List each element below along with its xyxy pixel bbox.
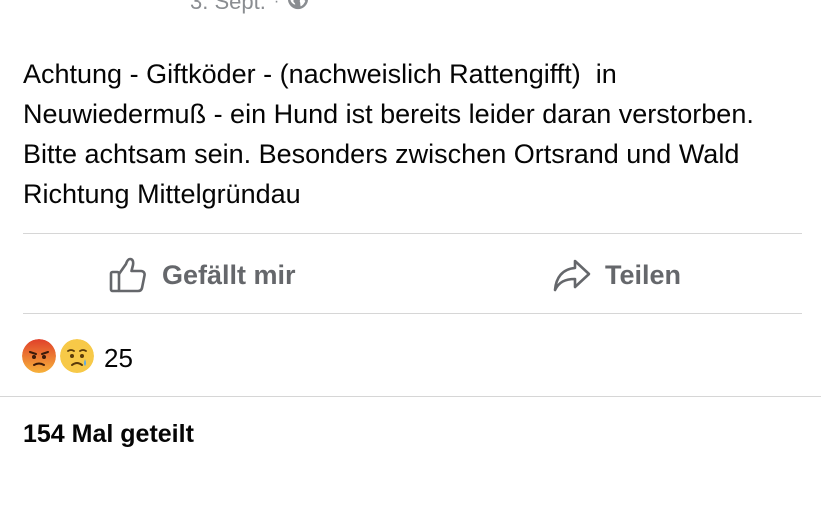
sad-face-icon bbox=[58, 337, 96, 380]
divider-middle bbox=[23, 313, 802, 314]
like-label: Gefällt mir bbox=[162, 259, 296, 290]
globe-icon[interactable] bbox=[287, 0, 309, 16]
reactions-summary[interactable]: 25 bbox=[20, 337, 133, 380]
share-arrow-icon bbox=[553, 257, 591, 293]
post-card: 3. Sept. · Achtung - Giftköder - (nachwe… bbox=[0, 0, 821, 528]
post-text: Achtung - Giftköder - (nachweislich Ratt… bbox=[23, 59, 762, 209]
post-date[interactable]: 3. Sept. bbox=[190, 0, 266, 15]
share-button[interactable]: Teilen bbox=[553, 250, 681, 300]
share-label: Teilen bbox=[605, 259, 682, 290]
divider-bottom bbox=[0, 396, 821, 397]
meta-separator: · bbox=[273, 0, 280, 10]
thumbs-up-icon bbox=[108, 255, 148, 295]
divider-top bbox=[23, 233, 802, 234]
reaction-count: 25 bbox=[104, 343, 133, 373]
like-button[interactable]: Gefällt mir bbox=[108, 250, 296, 300]
post-meta: 3. Sept. · bbox=[190, 0, 309, 16]
share-count[interactable]: 154 Mal geteilt bbox=[23, 420, 194, 449]
angry-face-icon bbox=[20, 337, 58, 380]
